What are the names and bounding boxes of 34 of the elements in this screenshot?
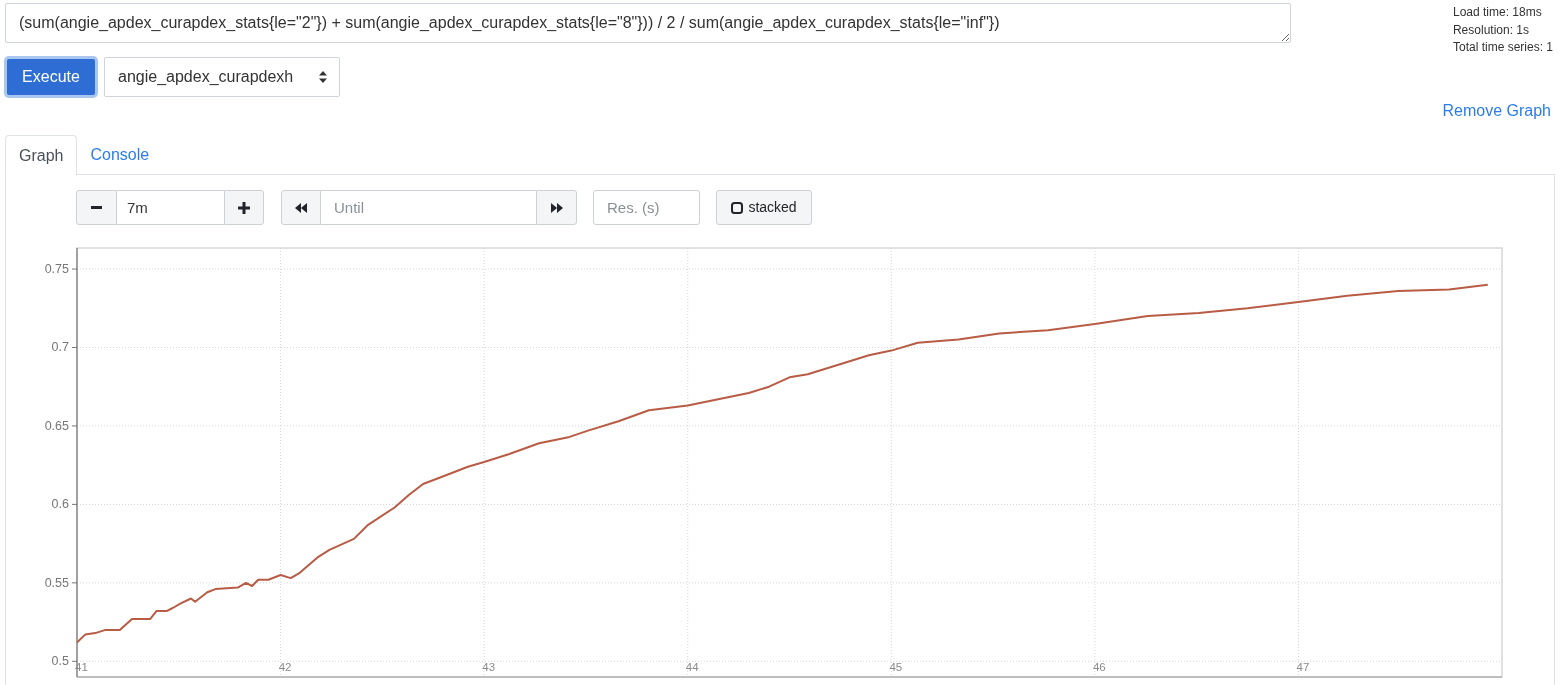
rewind-icon [295,202,307,213]
x-tick-label: 47 [1296,661,1310,673]
y-tick-label: 0.7 [51,340,69,355]
stats-line: Resolution: 1s [1452,21,1530,39]
resolution-field[interactable]: Res. (s) [593,190,700,225]
y-tick-label: 0.75 [44,262,69,277]
range-field[interactable]: 7m [117,190,224,225]
up-down-caret-icon [319,71,327,83]
zoom-in-button[interactable] [224,190,264,225]
x-tick-label: 43 [482,661,496,673]
query-field[interactable]: (sum(angie_apdex_curapdex_stats{le="2"}) + sum(angie_apdex_curapdex_stats{le="8"})) / 2 / sum(angie_apdex_curapdex_stats{le="inf"}) [5,3,1291,43]
plus-icon [238,201,250,214]
execute-button[interactable]: Execute [7,59,95,95]
until-field[interactable]: Until [321,190,536,225]
y-tick-label: 0.55 [44,575,69,590]
zoom-out-button[interactable] [76,190,117,225]
x-tick-label: 42 [278,661,292,673]
stats-line: Load time: 18ms [1452,4,1543,21]
remove-graph-link[interactable]: Remove Graph [1442,99,1551,123]
minus-icon [91,206,102,209]
y-tick-label: 0.6 [51,497,69,512]
fast-forward-icon [550,202,563,213]
forward-button[interactable] [536,190,577,225]
tab[interactable]: Graph [5,135,78,176]
x-tick-label: 46 [1092,661,1106,673]
stacked-toggle[interactable]: stacked [716,190,812,225]
metric-select[interactable]: angie_apdex_curapdexh [104,57,340,97]
x-tick-label: 45 [889,661,903,673]
y-tick-label: 0.65 [44,418,69,433]
tab[interactable]: Console [77,135,163,175]
y-tick-label: 0.5 [51,654,69,669]
x-tick-label: 44 [685,661,699,673]
back-button[interactable] [281,190,321,225]
stats-line: Total time series: 1 [1452,39,1553,56]
